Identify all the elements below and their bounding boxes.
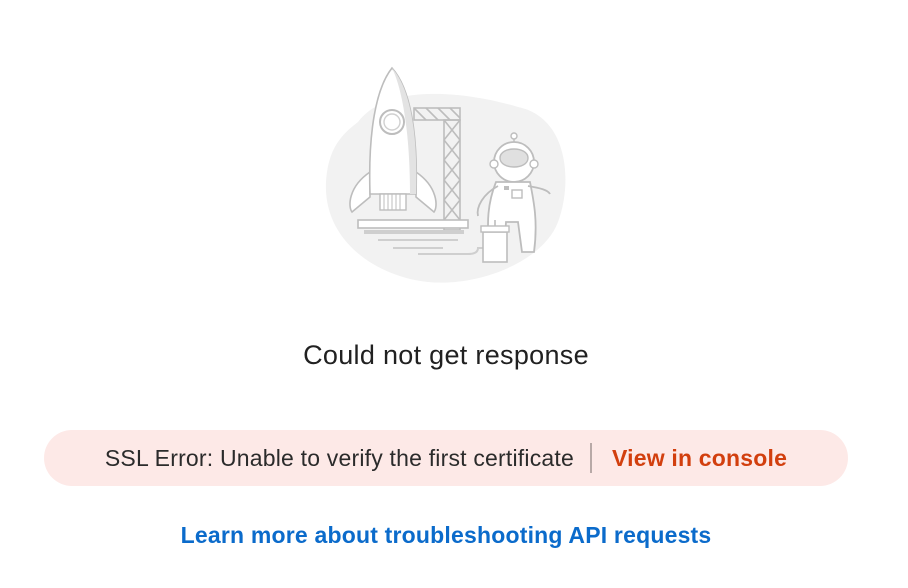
view-in-console-link[interactable]: View in console: [612, 445, 787, 472]
error-message: SSL Error: Unable to verify the first ce…: [104, 444, 574, 471]
ssl-error-banner: SSL Error: Unable to verify the first ce…: [44, 430, 848, 486]
response-pane: Could not get response SSL Error: Unable…: [0, 0, 908, 588]
banner-divider: [589, 443, 592, 473]
no-response-title: Could not get response: [303, 340, 589, 370]
rocket-astronaut-illustration: [318, 62, 574, 290]
troubleshooting-help-link[interactable]: Learn more about troubleshooting API req…: [0, 522, 892, 549]
